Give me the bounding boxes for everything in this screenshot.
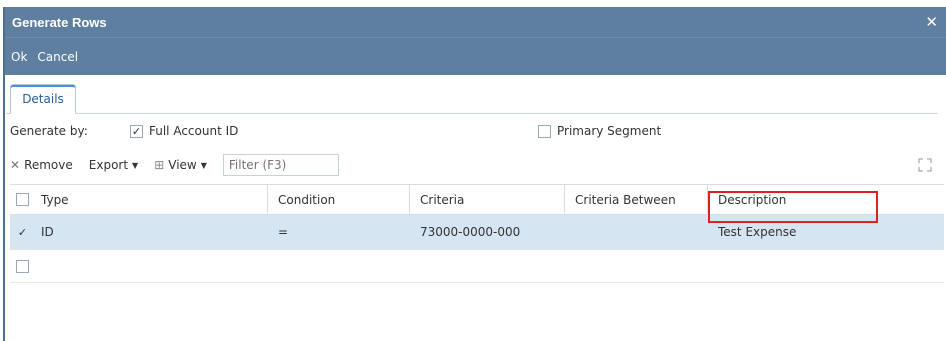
generate-by-row: Generate by: ✓ Full Account ID Primary S… — [10, 120, 940, 142]
column-label: Criteria Between — [575, 192, 676, 207]
new-row-checkbox[interactable] — [16, 259, 29, 273]
dialog-title: Generate Rows — [12, 14, 107, 30]
caret-down-icon: ▼ — [200, 160, 207, 170]
cell-criteria[interactable]: 73000-0000-000 — [410, 215, 565, 249]
cell-type[interactable]: ✓ ID — [10, 215, 268, 249]
filter-input[interactable] — [222, 154, 339, 176]
dialog-titlebar: Generate Rows ✕ — [5, 7, 946, 37]
close-icon[interactable]: ✕ — [925, 13, 938, 31]
ok-button[interactable]: Ok — [11, 50, 27, 64]
view-label: View — [168, 158, 197, 172]
export-button[interactable]: Export ▼ — [89, 158, 138, 172]
remove-button[interactable]: ✕ Remove — [10, 158, 73, 172]
primary-segment-label: Primary Segment — [557, 124, 662, 138]
column-label: Type — [41, 192, 69, 207]
expand-icon[interactable] — [918, 158, 932, 172]
grid-icon: ⊞ — [154, 158, 165, 172]
annotation-highlight-box — [708, 191, 878, 223]
primary-segment-checkbox[interactable] — [538, 124, 551, 138]
x-icon: ✕ — [10, 158, 21, 172]
full-account-id-checkbox[interactable]: ✓ — [130, 124, 143, 138]
cell-criteria-between[interactable] — [565, 215, 708, 249]
dialog-toolbar: Ok Cancel — [5, 37, 946, 75]
column-criteria[interactable]: Criteria — [410, 185, 565, 214]
column-label: Criteria — [420, 192, 465, 207]
cropped-instruction-text — [0, 0, 946, 7]
column-type[interactable]: Type — [10, 185, 268, 214]
column-condition[interactable]: Condition — [268, 185, 410, 214]
select-all-checkbox[interactable] — [16, 193, 29, 206]
export-label: Export — [88, 158, 129, 172]
remove-label: Remove — [24, 158, 73, 172]
cell-criteria-value: 73000-0000-000 — [420, 225, 521, 239]
caret-down-icon: ▼ — [132, 160, 139, 170]
column-criteria-between[interactable]: Criteria Between — [565, 185, 708, 214]
new-row[interactable] — [10, 250, 944, 283]
tab-details[interactable]: Details — [10, 84, 76, 114]
cell-description-value: Test Expense — [718, 225, 797, 239]
cancel-button[interactable]: Cancel — [37, 50, 78, 64]
cell-condition[interactable]: = — [268, 215, 410, 249]
primary-segment-option[interactable]: Primary Segment — [538, 124, 661, 138]
grid-toolbar: ✕ Remove Export ▼ ⊞ View ▼ — [10, 152, 940, 178]
cell-condition-value: = — [278, 225, 289, 239]
view-button[interactable]: ⊞ View ▼ — [154, 158, 207, 172]
row-checkbox[interactable]: ✓ — [16, 226, 29, 239]
full-account-id-option[interactable]: ✓ Full Account ID — [130, 124, 238, 138]
full-account-id-label: Full Account ID — [149, 124, 239, 138]
cell-type-value: ID — [41, 225, 54, 239]
tab-strip: Details — [6, 82, 938, 114]
generate-by-label: Generate by: — [10, 124, 88, 138]
column-label: Condition — [278, 192, 336, 207]
